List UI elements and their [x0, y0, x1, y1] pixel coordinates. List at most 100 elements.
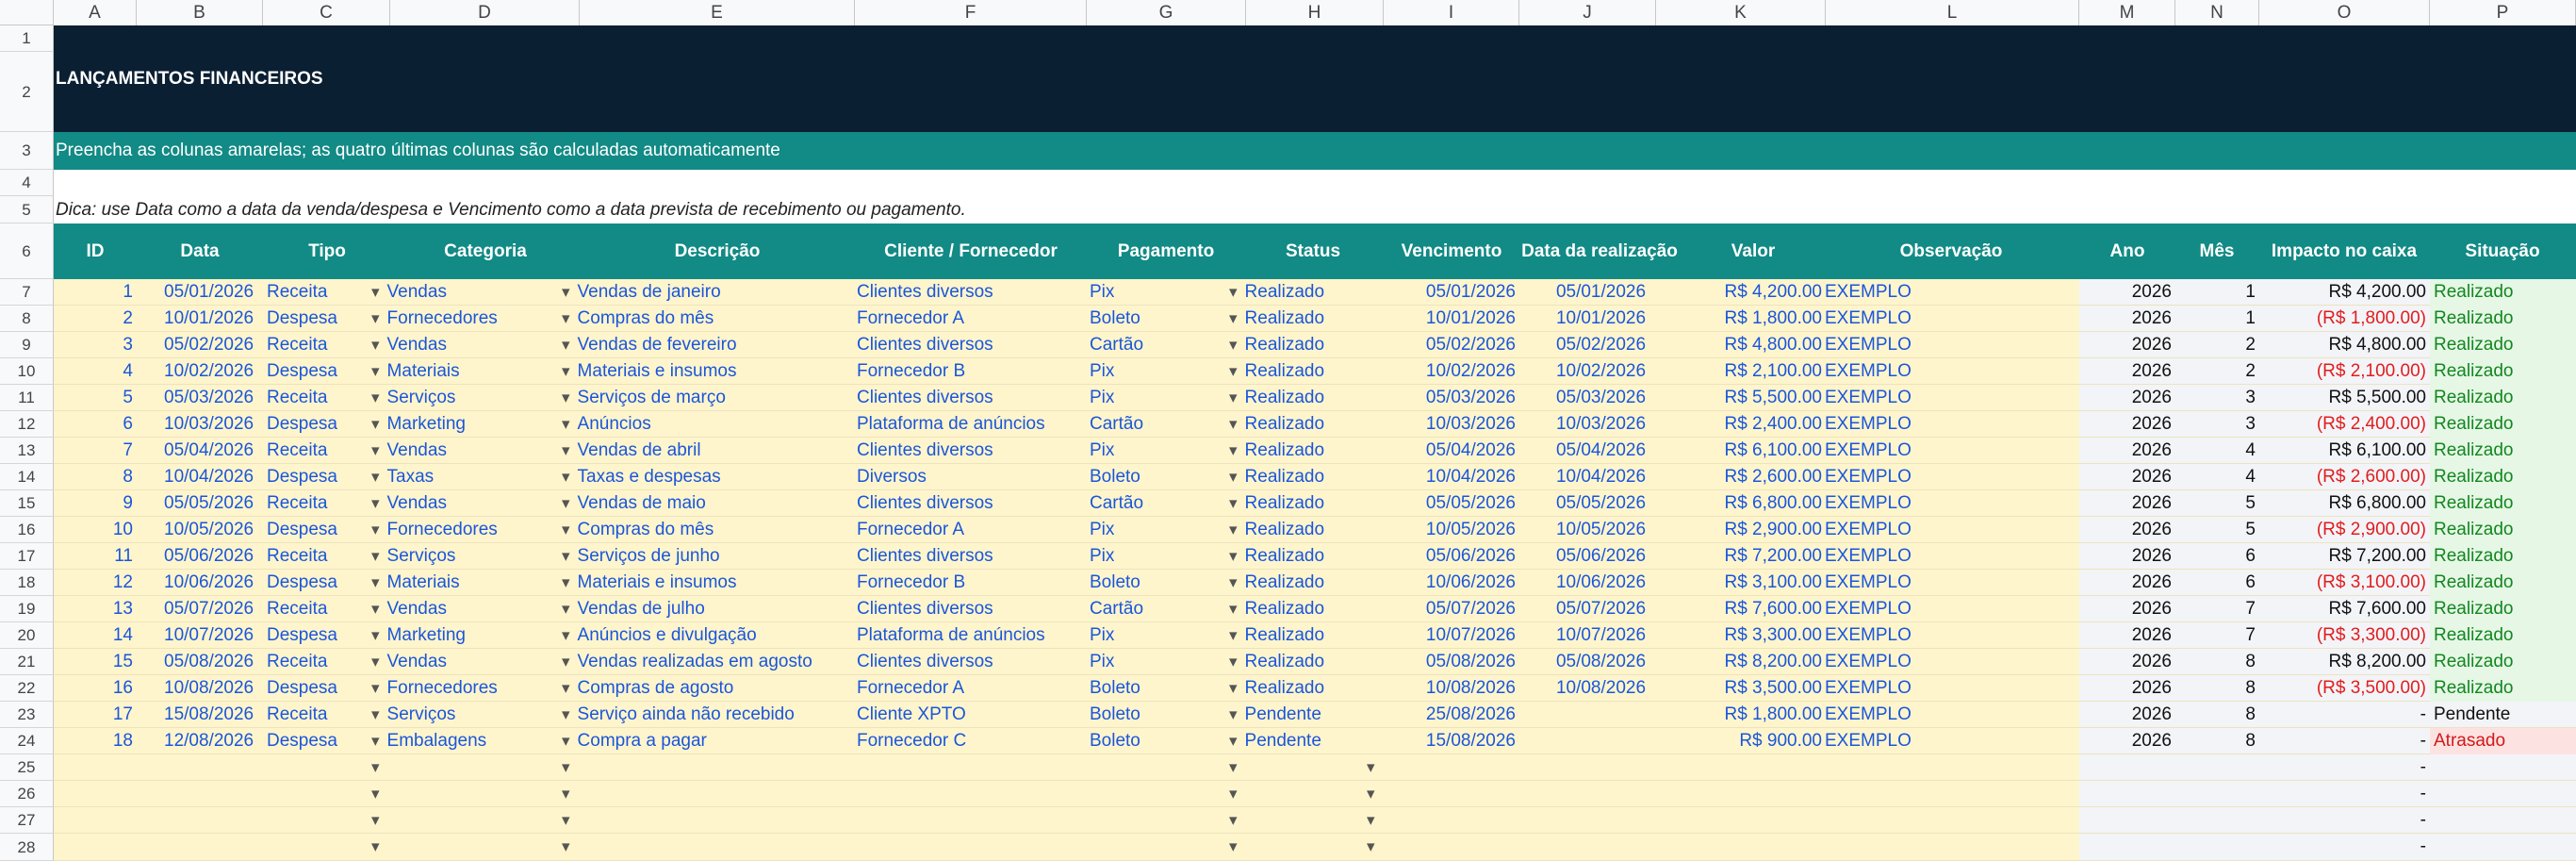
- cell-id[interactable]: 2: [54, 306, 137, 332]
- cell-id[interactable]: 17: [54, 702, 137, 728]
- tip-text[interactable]: Dica: use Data como a data da venda/desp…: [56, 196, 966, 224]
- cell-id[interactable]: 13: [54, 596, 137, 622]
- cell-categoria[interactable]: Taxas: [368, 464, 566, 490]
- cell-pagamento[interactable]: Cartão: [1086, 596, 1225, 622]
- cell-categoria[interactable]: Serviços: [368, 385, 566, 411]
- cell-tipo[interactable]: Despesa: [263, 306, 372, 332]
- cell-vencimento[interactable]: 10/06/2026: [1384, 570, 1519, 596]
- cell-id[interactable]: 12: [54, 570, 137, 596]
- cell-data[interactable]: 05/05/2026: [160, 490, 263, 517]
- cell-descricao[interactable]: Serviço ainda não recebido: [558, 702, 855, 728]
- cell-status[interactable]: Realizado: [1225, 543, 1384, 570]
- cell-observacao[interactable]: EXEMPLO: [1821, 649, 2079, 675]
- cell-categoria[interactable]: Vendas: [368, 649, 566, 675]
- cell-pagamento[interactable]: Pix: [1086, 543, 1225, 570]
- dropdown-arrow-pagamento[interactable]: [1225, 781, 1246, 807]
- cell-realizacao[interactable]: 10/03/2026: [1519, 411, 1682, 438]
- cell-cliente[interactable]: Diversos: [853, 464, 1087, 490]
- cell-tipo[interactable]: Receita: [263, 385, 372, 411]
- cell-tipo[interactable]: Receita: [263, 649, 372, 675]
- empty-row-4[interactable]: [54, 170, 2576, 196]
- cell-descricao[interactable]: Serviços de março: [558, 385, 855, 411]
- cell-valor[interactable]: R$ 6,100.00: [1682, 438, 1826, 464]
- header-situacao[interactable]: Situação: [2380, 224, 2576, 279]
- cell-observacao[interactable]: EXEMPLO: [1821, 358, 2079, 385]
- cell-vencimento[interactable]: 05/04/2026: [1384, 438, 1519, 464]
- cell-cliente[interactable]: Plataforma de anúncios: [853, 411, 1087, 438]
- cell-realizacao[interactable]: [1519, 728, 1682, 754]
- cell-observacao[interactable]: EXEMPLO: [1821, 332, 2079, 358]
- select-all-corner[interactable]: [0, 0, 54, 25]
- cell-cliente[interactable]: Cliente XPTO: [853, 702, 1087, 728]
- cell-data[interactable]: 05/01/2026: [160, 279, 263, 306]
- cell-id[interactable]: 10: [54, 517, 137, 543]
- cell-data[interactable]: 10/06/2026: [160, 570, 263, 596]
- cell-vencimento[interactable]: 10/08/2026: [1384, 675, 1519, 702]
- cell-cliente[interactable]: Fornecedor A: [853, 675, 1087, 702]
- cell-categoria[interactable]: Fornecedores: [368, 306, 566, 332]
- cell-pagamento[interactable]: Boleto: [1086, 570, 1225, 596]
- cell-observacao[interactable]: EXEMPLO: [1821, 702, 2079, 728]
- row-header-3[interactable]: 3: [0, 132, 54, 170]
- cell-descricao[interactable]: Vendas de maio: [558, 490, 855, 517]
- cell-descricao[interactable]: Anúncios: [558, 411, 855, 438]
- cell-pagamento[interactable]: Cartão: [1086, 411, 1225, 438]
- cell-categoria[interactable]: Marketing: [368, 622, 566, 649]
- cell-data[interactable]: 12/08/2026: [160, 728, 263, 754]
- column-header-j[interactable]: J: [1519, 0, 1656, 25]
- row-header-19[interactable]: 19: [0, 596, 54, 622]
- cell-descricao[interactable]: Compras do mês: [558, 517, 855, 543]
- cell-pagamento[interactable]: Pix: [1086, 438, 1225, 464]
- cell-observacao[interactable]: EXEMPLO: [1821, 306, 2079, 332]
- cell-cliente[interactable]: Fornecedor B: [853, 358, 1087, 385]
- column-header-e[interactable]: E: [580, 0, 855, 25]
- cell-descricao[interactable]: Compras do mês: [558, 306, 855, 332]
- cell-data[interactable]: 05/07/2026: [160, 596, 263, 622]
- cell-id[interactable]: 16: [54, 675, 137, 702]
- cell-observacao[interactable]: EXEMPLO: [1821, 517, 2079, 543]
- cell-tipo[interactable]: Receita: [263, 490, 372, 517]
- cell-data[interactable]: 05/04/2026: [160, 438, 263, 464]
- cell-pagamento[interactable]: Boleto: [1086, 464, 1225, 490]
- row-header-25[interactable]: 25: [0, 754, 54, 781]
- cell-valor[interactable]: R$ 2,600.00: [1682, 464, 1826, 490]
- cell-descricao[interactable]: Anúncios e divulgação: [558, 622, 855, 649]
- cell-status[interactable]: Realizado: [1225, 306, 1384, 332]
- dropdown-arrow-categoria[interactable]: [368, 834, 390, 860]
- column-header-i[interactable]: I: [1384, 0, 1519, 25]
- row-header-28[interactable]: 28: [0, 834, 54, 861]
- cell-descricao[interactable]: Vendas de fevereiro: [558, 332, 855, 358]
- cell-vencimento[interactable]: 05/06/2026: [1384, 543, 1519, 570]
- cell-pagamento[interactable]: Boleto: [1086, 728, 1225, 754]
- cell-realizacao[interactable]: 05/08/2026: [1519, 649, 1682, 675]
- cell-categoria[interactable]: Serviços: [368, 543, 566, 570]
- cell-categoria[interactable]: Vendas: [368, 332, 566, 358]
- cell-pagamento[interactable]: Pix: [1086, 279, 1225, 306]
- row-header-10[interactable]: 10: [0, 358, 54, 385]
- cell-tipo[interactable]: Despesa: [263, 517, 372, 543]
- cell-realizacao[interactable]: 10/07/2026: [1519, 622, 1682, 649]
- cell-pagamento[interactable]: Pix: [1086, 649, 1225, 675]
- cell-data[interactable]: 10/03/2026: [160, 411, 263, 438]
- cell-vencimento[interactable]: 05/02/2026: [1384, 332, 1519, 358]
- cell-cliente[interactable]: Clientes diversos: [853, 596, 1087, 622]
- dropdown-arrow-pagamento[interactable]: [1225, 754, 1246, 781]
- header-categoria[interactable]: Categoria: [363, 224, 608, 279]
- cell-valor[interactable]: R$ 2,400.00: [1682, 411, 1826, 438]
- cell-vencimento[interactable]: 05/01/2026: [1384, 279, 1519, 306]
- dropdown-arrow-categoria[interactable]: [368, 807, 390, 834]
- column-header-n[interactable]: N: [2175, 0, 2259, 25]
- dropdown-arrow-descricao[interactable]: [558, 754, 580, 781]
- cell-tipo[interactable]: Despesa: [263, 570, 372, 596]
- dropdown-arrow-status[interactable]: [1363, 834, 1384, 860]
- cell-cliente[interactable]: Clientes diversos: [853, 543, 1087, 570]
- row-header-16[interactable]: 16: [0, 517, 54, 543]
- row-header-13[interactable]: 13: [0, 438, 54, 464]
- cell-status[interactable]: Realizado: [1225, 517, 1384, 543]
- cell-descricao[interactable]: Vendas de janeiro: [558, 279, 855, 306]
- column-header-c[interactable]: C: [263, 0, 390, 25]
- column-header-l[interactable]: L: [1826, 0, 2079, 25]
- cell-data[interactable]: 10/01/2026: [160, 306, 263, 332]
- cell-valor[interactable]: R$ 1,800.00: [1682, 702, 1826, 728]
- dropdown-arrow-status[interactable]: [1363, 754, 1384, 781]
